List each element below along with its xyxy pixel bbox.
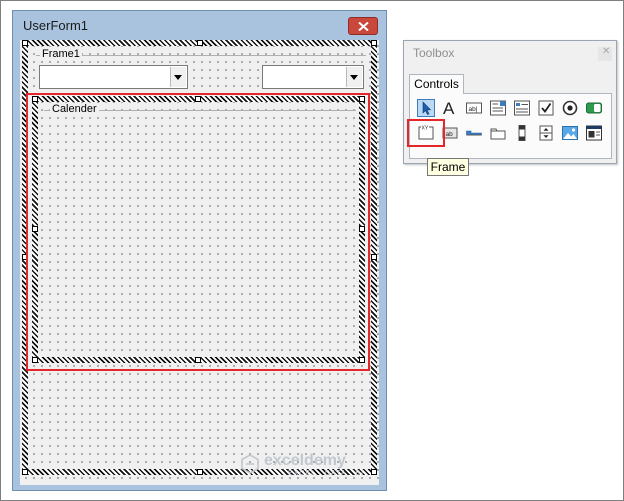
- combobox-icon[interactable]: [489, 99, 507, 117]
- resize-handle[interactable]: [22, 469, 28, 475]
- svg-text:ab: ab: [446, 131, 454, 138]
- frame-tooltip: Frame: [427, 158, 469, 176]
- multipage-icon[interactable]: [489, 124, 507, 142]
- checkbox-icon[interactable]: [537, 99, 555, 117]
- textbox-icon[interactable]: ab|: [465, 99, 483, 117]
- resize-handle[interactable]: [22, 40, 28, 46]
- combobox-dropdown-button[interactable]: [170, 67, 186, 87]
- close-icon: ✕: [602, 46, 611, 57]
- optionbutton-icon[interactable]: [561, 99, 579, 117]
- label-icon[interactable]: A: [441, 99, 459, 117]
- userform-title: UserForm1: [23, 18, 89, 33]
- resize-handle[interactable]: [371, 40, 377, 46]
- tabstrip-icon[interactable]: [465, 124, 483, 142]
- chevron-down-icon: [174, 75, 182, 80]
- resize-handle[interactable]: [371, 469, 377, 475]
- spinbutton-icon[interactable]: [537, 124, 555, 142]
- tab-controls[interactable]: Controls: [409, 74, 464, 94]
- frame-tool-highlight: [407, 119, 445, 147]
- togglebutton-icon[interactable]: [585, 99, 603, 117]
- watermark-text: exceldemy: [264, 452, 346, 469]
- close-button[interactable]: [348, 17, 378, 35]
- listbox-icon[interactable]: [513, 99, 531, 117]
- close-icon: [358, 22, 369, 31]
- image-icon[interactable]: [561, 124, 579, 142]
- resize-handle[interactable]: [197, 40, 203, 46]
- resize-handle[interactable]: [371, 254, 377, 260]
- toolbox-title: Toolbox: [413, 46, 455, 60]
- exceldemy-logo-icon: [241, 454, 259, 474]
- frame1-caption: Frame1: [40, 48, 82, 60]
- calendar-frame-highlight: [26, 93, 370, 371]
- resize-handle[interactable]: [197, 469, 203, 475]
- combobox-dropdown-button[interactable]: [346, 67, 362, 87]
- combobox-left[interactable]: [39, 65, 188, 89]
- chevron-down-icon: [350, 75, 358, 80]
- refedit-icon[interactable]: [585, 124, 603, 142]
- watermark-subtext: EXCEL · DATA · BI: [288, 470, 364, 477]
- svg-text:A: A: [443, 99, 455, 117]
- scrollbar-icon[interactable]: [513, 124, 531, 142]
- svg-text:ab|: ab|: [469, 106, 478, 113]
- frame1-border-line: [36, 55, 366, 56]
- combobox-right[interactable]: [262, 65, 364, 89]
- toolbox-close-button[interactable]: ✕: [598, 46, 612, 61]
- select-objects-icon[interactable]: [417, 99, 435, 117]
